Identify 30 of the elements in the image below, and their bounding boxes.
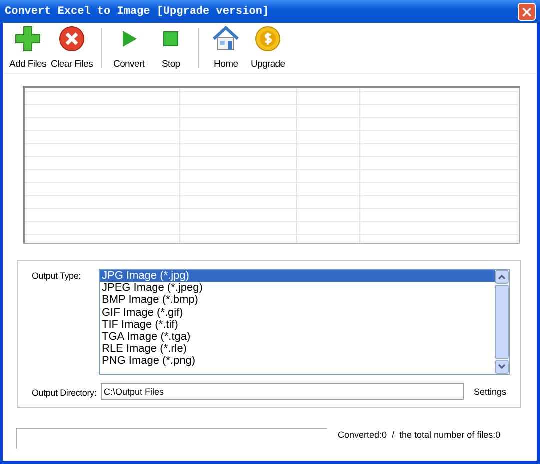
conversion-status: Converted:0 / the total number of files:0 <box>338 430 501 440</box>
convert-button[interactable]: Convert <box>108 26 150 70</box>
output-type-option[interactable]: GIF Image (*.gif) <box>100 306 495 319</box>
window-title: Convert Excel to Image [Upgrade version] <box>5 6 270 18</box>
output-directory-label: Output Directory: <box>32 388 98 398</box>
output-type-option[interactable]: JPEG Image (*.jpeg) <box>100 282 495 294</box>
house-icon <box>213 26 240 52</box>
scroll-thumb[interactable] <box>495 285 509 359</box>
scroll-down-icon[interactable] <box>495 360 509 374</box>
output-type-option[interactable]: RLE Image (*.rle) <box>100 343 495 356</box>
close-circle-icon <box>59 26 86 52</box>
close-button[interactable]: × <box>518 2 536 20</box>
upgrade-button[interactable]: Upgrade <box>247 26 290 70</box>
output-type-option[interactable]: TGA Image (*.tga) <box>100 331 495 344</box>
plus-icon <box>15 26 41 52</box>
stop-button[interactable]: Stop <box>150 26 192 70</box>
settings-link[interactable]: Settings <box>474 386 507 396</box>
output-type-option[interactable]: JPG Image (*.jpg) <box>100 270 495 282</box>
output-type-option[interactable]: BMP Image (*.bmp) <box>100 294 495 307</box>
clear-files-button[interactable]: Clear Files <box>49 26 96 70</box>
output-directory-field[interactable]: C:\Output Files <box>101 383 464 400</box>
output-type-list[interactable]: JPG Image (*.jpg) JPEG Image (*.jpeg) BMP Image (*.bmp) GIF Image (*.gif) TIF Image (*.tif) TGA Image (*.tga) RLE Image (*.rle) PNG Image (*.png) <box>99 269 510 375</box>
output-type-label: Output Type: <box>32 271 82 281</box>
output-type-option[interactable]: PNG Image (*.png) <box>100 355 495 368</box>
add-files-button[interactable]: Add Files <box>7 26 49 70</box>
dollar-coin-icon <box>255 26 282 52</box>
scroll-up-icon[interactable] <box>495 270 509 284</box>
home-button[interactable]: Home <box>205 26 248 70</box>
output-type-option[interactable]: TIF Image (*.tif) <box>100 318 495 332</box>
scrollbar[interactable] <box>495 270 509 374</box>
